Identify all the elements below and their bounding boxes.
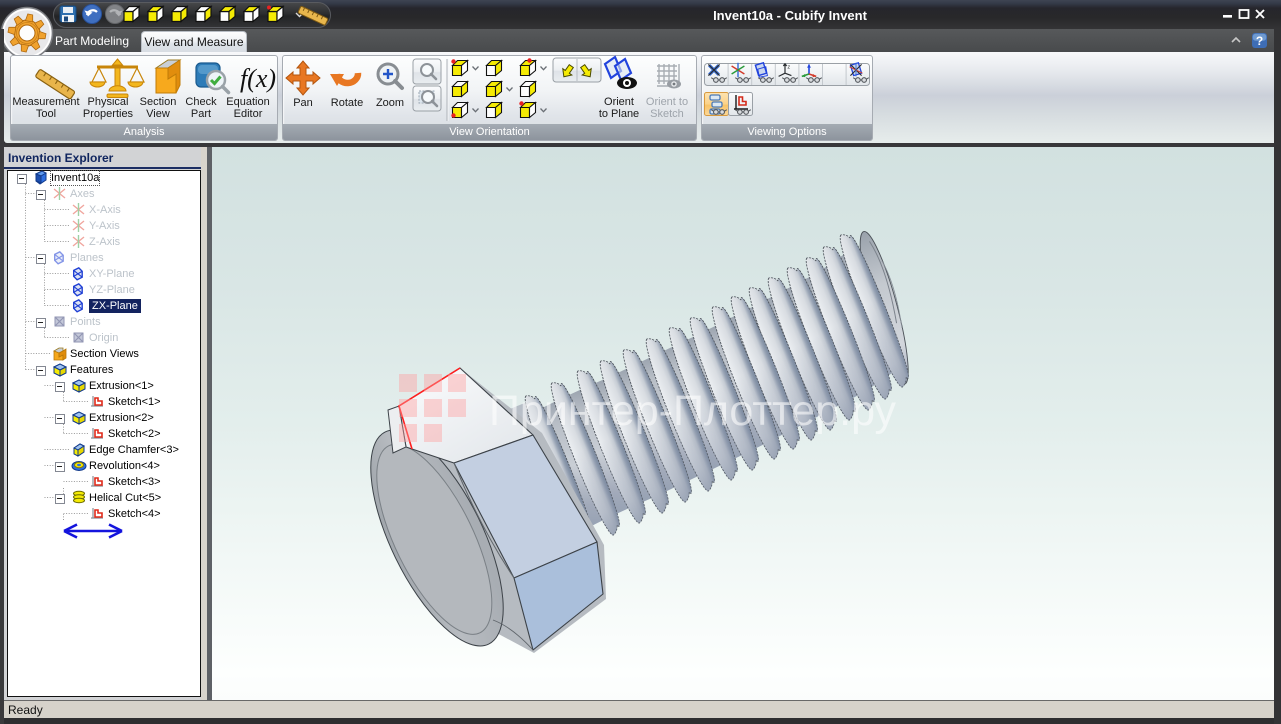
svg-text:f(x): f(x) bbox=[240, 64, 276, 93]
svg-text:z: z bbox=[787, 64, 790, 70]
svg-text:?: ? bbox=[1256, 34, 1263, 48]
svg-text:Принтер-Плоттер.ру: Принтер-Плоттер.ру bbox=[489, 387, 897, 435]
